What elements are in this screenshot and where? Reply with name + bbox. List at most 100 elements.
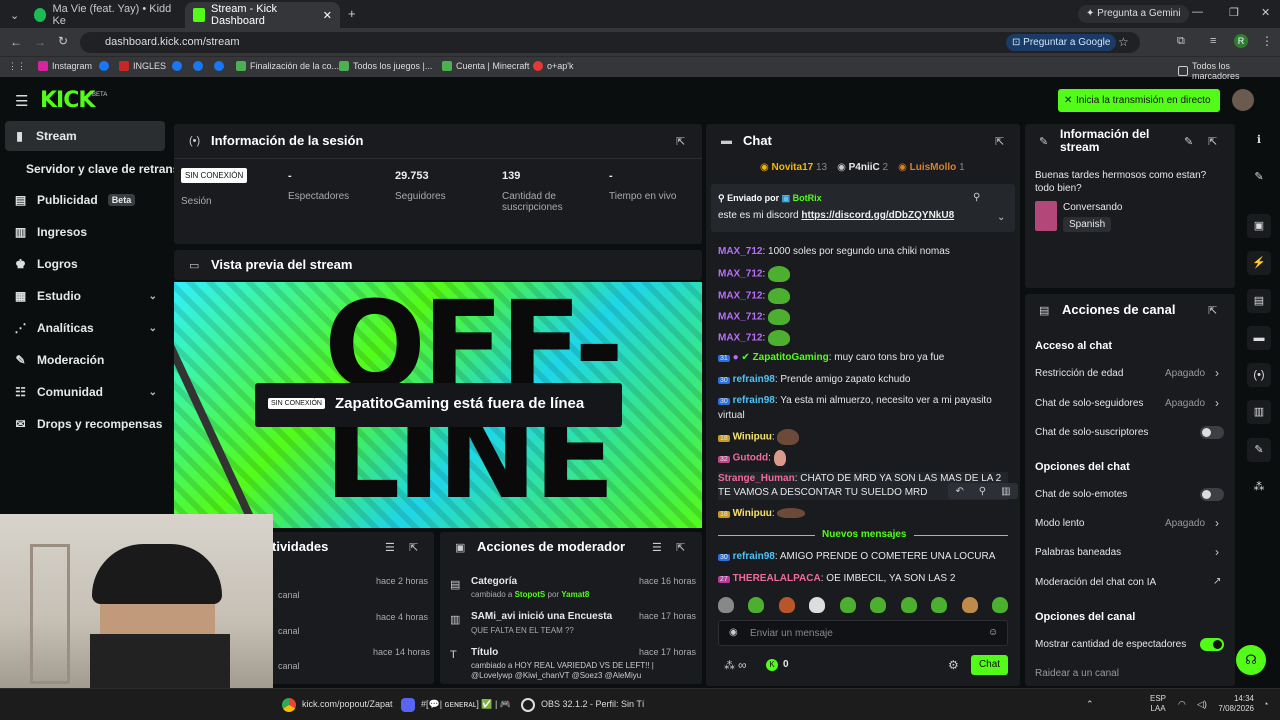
popout-icon[interactable]: ⇱ [409, 541, 418, 554]
bookmark-apk[interactable]: o+ap'k [533, 61, 574, 71]
emote[interactable] [931, 597, 948, 613]
chat-username[interactable]: MAX_712 [718, 269, 762, 280]
pin-icon[interactable]: ⚲ [973, 192, 980, 203]
sidebar-item-ingresos[interactable]: ▥ Ingresos [10, 217, 165, 247]
emote[interactable] [900, 597, 917, 613]
ask-google-button[interactable]: ⊡ Preguntar a Google [1006, 34, 1117, 51]
chat-username[interactable]: refrain98 [733, 374, 775, 385]
bookmark-finalizacion[interactable]: Finalización de la co... [236, 61, 339, 71]
setting-label[interactable]: Palabras baneadas [1035, 547, 1121, 558]
emote[interactable] [748, 597, 765, 613]
sidebar-item-estudio[interactable]: ▦ Estudio ⌄ [10, 281, 165, 311]
reload-icon[interactable]: ↻ [58, 34, 68, 48]
back-icon[interactable]: ← [10, 35, 22, 49]
tab-kick-dashboard[interactable]: Stream - Kick Dashboard ✕ [185, 2, 340, 28]
profile-avatar[interactable]: R [1234, 34, 1248, 48]
category-thumbnail[interactable] [1035, 201, 1057, 231]
edit-icon[interactable]: ✎ [1184, 135, 1193, 148]
sidebar-item-publicidad[interactable]: ▤ Publicidad Beta [10, 185, 165, 215]
delete-icon[interactable]: ▥ [1001, 486, 1010, 497]
tab-list-button[interactable]: ⌄ [2, 2, 22, 28]
chat-username[interactable]: ZapatitoGaming [753, 352, 829, 363]
hamburger-icon[interactable]: ☰ [15, 92, 28, 110]
emote[interactable] [809, 597, 826, 613]
bookmark-facebook-3[interactable] [193, 61, 203, 71]
bookmark-ingles[interactable]: INGLES [119, 61, 166, 71]
chat-bubble-icon[interactable]: ▬ [1247, 326, 1271, 350]
emote[interactable] [961, 597, 978, 613]
bookmark-minecraft[interactable]: Cuenta | Minecraft [442, 61, 529, 71]
sidebar-item-logros[interactable]: ♚ Logros [10, 249, 165, 279]
chat-username[interactable]: Gutodd [733, 453, 769, 464]
gemini-button[interactable]: ✦ Pregunta a Gemini [1078, 5, 1189, 23]
chat-username[interactable]: THEREALALPACA [733, 573, 821, 584]
popout-icon[interactable]: ⇱ [676, 541, 685, 554]
external-link-icon[interactable]: ↗ [1213, 576, 1221, 587]
chat-username[interactable]: refrain98 [733, 551, 775, 562]
chat-username[interactable]: MAX_712 [718, 333, 762, 344]
emoji-icon[interactable]: ◉ [729, 627, 738, 638]
maximize-button[interactable]: ❐ [1229, 6, 1239, 19]
category-name[interactable]: Conversando [1063, 202, 1122, 213]
minimize-button[interactable]: — [1192, 6, 1203, 18]
chat-message[interactable]: MAX_712: [718, 330, 1008, 346]
clip-icon[interactable]: ▣ [1247, 214, 1271, 238]
close-icon[interactable]: ✕ [323, 9, 332, 22]
user-avatar[interactable] [1232, 89, 1254, 111]
taskbar-item[interactable]: OBS 32.1.2 - Perfil: Sin Tí [541, 699, 644, 709]
bookmark-juegos[interactable]: Todos los juegos |... [339, 61, 432, 71]
emote[interactable] [870, 597, 887, 613]
setting-value[interactable]: Apagado [1165, 398, 1205, 409]
chat-username[interactable]: MAX_712 [718, 291, 762, 302]
notification-icon[interactable]: ◔ [1263, 699, 1268, 709]
menu-icon[interactable]: ⋮ [1261, 34, 1273, 48]
users-icon[interactable]: ⁂ [1247, 475, 1271, 499]
chat-message[interactable]: MAX_712: [718, 266, 1008, 282]
filter-icon[interactable]: ☰ [385, 541, 395, 554]
popout-icon[interactable]: ⇱ [676, 135, 685, 148]
language-indicator[interactable]: ESP LAA [1150, 694, 1166, 714]
setting-label[interactable]: Restricción de edad [1035, 368, 1123, 379]
chevron-right-icon[interactable]: › [1215, 366, 1219, 380]
chat-message[interactable]: 18 Winipuu: [718, 507, 1008, 522]
pencil-icon[interactable]: ✎ [1247, 165, 1271, 189]
chat-input[interactable]: ◉ Enviar un mensaje ☺ [718, 620, 1008, 646]
chat-message[interactable]: 30 refrain98: AMIGO PRENDE O COMETERE UN… [718, 550, 1008, 565]
chat-send-button[interactable]: Chat [971, 655, 1008, 675]
chat-message[interactable]: 31 ● ✔ ZapatitoGaming: muy caro tons bro… [718, 351, 1008, 366]
url-input[interactable]: dashboard.kick.com/stream [80, 32, 1140, 53]
pinned-link[interactable]: https://discord.gg/dDbZQYNkU8 [801, 210, 954, 221]
gifter-2[interactable]: ◉ P4niiC 2 [837, 162, 888, 173]
all-bookmarks[interactable]: Todos los marcadores [1178, 61, 1280, 81]
bookmark-facebook[interactable] [99, 61, 109, 71]
forward-icon[interactable]: → [34, 35, 46, 49]
sidebar-item-analiticas[interactable]: ⋰ Analíticas ⌄ [10, 313, 165, 343]
chat-message[interactable]: 27 THEREALALPACA: OE IMBECIL, YA SON LAS… [718, 572, 1008, 587]
support-button[interactable]: ☊ [1236, 645, 1266, 675]
emotes-only-toggle[interactable] [1200, 488, 1224, 501]
emote[interactable] [718, 597, 734, 613]
popout-icon[interactable]: ⇱ [995, 135, 1004, 148]
chat-username[interactable]: Strange_Human [718, 473, 795, 484]
popout-icon[interactable]: ⇱ [1208, 135, 1217, 148]
setting-value[interactable]: Apagado [1165, 518, 1205, 529]
window-close-button[interactable]: ✕ [1261, 6, 1270, 19]
chat-message[interactable]: 32 Gutodd: [718, 450, 1008, 467]
wrench-icon[interactable]: ✎ [1247, 438, 1271, 462]
emote[interactable] [778, 597, 795, 613]
lightning-icon[interactable]: ⚡ [1247, 251, 1271, 275]
volume-icon[interactable]: ◁) [1197, 699, 1207, 710]
layout-icon[interactable]: ▥ [1247, 400, 1271, 424]
clock[interactable]: 14:34 7/08/2026 [1212, 694, 1254, 714]
sidebar-item-server-key[interactable]: Servidor y clave de retransmi [22, 154, 177, 184]
raid-channel-button[interactable]: Raidear a un canal [1035, 668, 1119, 679]
broadcast-icon[interactable]: (•) [1247, 363, 1271, 387]
subscribers-only-toggle[interactable] [1200, 426, 1224, 439]
chat-message[interactable]: MAX_712: [718, 288, 1008, 304]
document-icon[interactable]: ▤ [1247, 289, 1271, 313]
kick-logo[interactable]: KICK [40, 88, 95, 113]
chat-message[interactable]: MAX_712: 1000 soles por segundo una chik… [718, 245, 1008, 259]
points-icon[interactable]: K [766, 659, 778, 671]
media-icon[interactable]: ≡ [1210, 35, 1216, 47]
emote[interactable] [991, 597, 1008, 613]
